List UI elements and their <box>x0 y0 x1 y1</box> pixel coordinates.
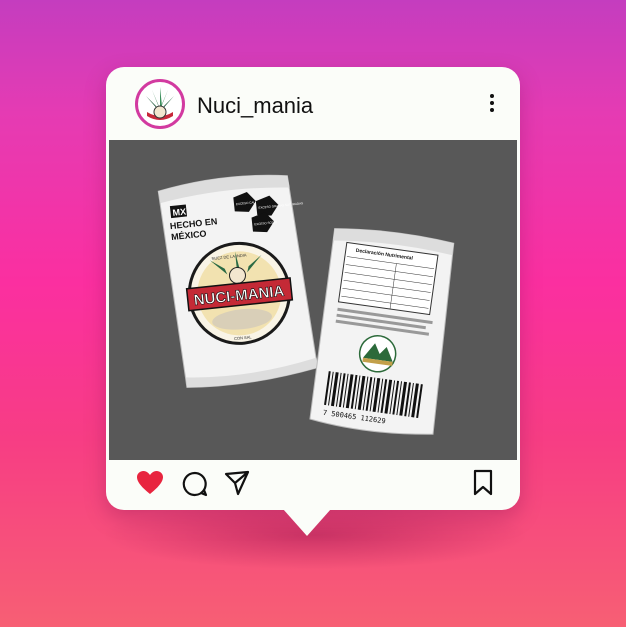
heart-icon[interactable] <box>136 470 164 496</box>
speech-bubble-tail <box>275 500 339 536</box>
avatar[interactable] <box>135 79 185 129</box>
product-bags-illustration: MX HECHO EN MÉXICO EXCESO CALORÍAS EXCES… <box>157 174 455 435</box>
front-bag: MX HECHO EN MÉXICO EXCESO CALORÍAS EXCES… <box>157 174 319 388</box>
post-image[interactable]: MX HECHO EN MÉXICO EXCESO CALORÍAS EXCES… <box>109 140 517 460</box>
post-username[interactable]: Nuci_mania <box>197 93 313 119</box>
send-icon[interactable] <box>224 470 250 496</box>
more-vertical-icon[interactable] <box>482 92 502 116</box>
bookmark-icon[interactable] <box>472 469 494 497</box>
back-bag: Declaración Nutrimental 7 500465 112629 <box>309 228 455 435</box>
agave-peanut-logo-icon <box>146 87 174 120</box>
front-badge: MX <box>172 207 186 218</box>
comment-icon[interactable] <box>182 471 208 497</box>
